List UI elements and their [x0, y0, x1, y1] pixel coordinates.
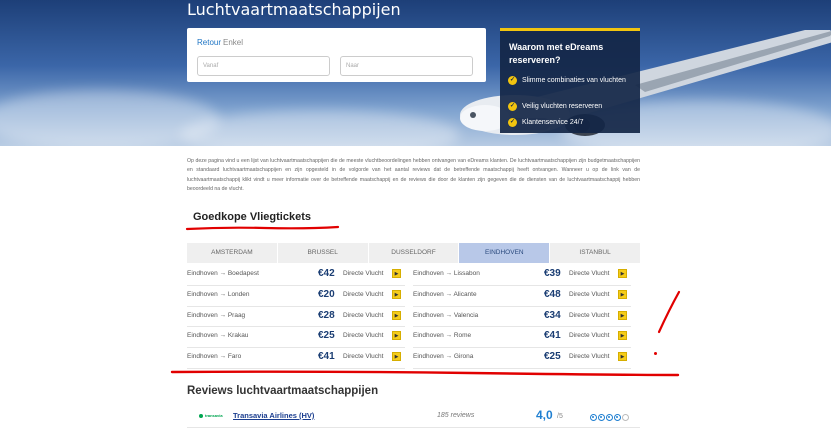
arrow-right-icon[interactable]: ▶ — [618, 269, 627, 278]
why-item: ✓ Slimme combinaties van vluchten — [508, 76, 636, 86]
check-icon: ✓ — [508, 102, 517, 111]
page-title: Luchtvaartmaatschappijen — [187, 0, 401, 19]
arrow-right-icon[interactable]: ▶ — [392, 310, 401, 320]
tab-eindhoven[interactable]: EINDHOVEN — [459, 243, 550, 263]
arrow-right-icon[interactable]: ▶ — [618, 310, 627, 320]
why-edreams-title: Waarom met eDreams reserveren? — [509, 42, 604, 65]
departure-input[interactable]: Vanaf — [197, 56, 330, 76]
arrow-right-icon[interactable]: ▶ — [392, 352, 401, 362]
route-row[interactable]: Eindhoven → Londen €20 Directe Vlucht ▶ — [187, 286, 405, 307]
route-price: €28 — [318, 309, 335, 321]
why-item-label: Veilig vluchten reserveren — [522, 103, 603, 110]
rating-dot-icon — [606, 414, 613, 421]
route-name[interactable]: Eindhoven → Boedapest — [187, 270, 259, 277]
hero-banner: Luchtvaartmaatschappijen Retour Enkel Va… — [0, 0, 831, 146]
route-type: Directe Vlucht — [569, 311, 610, 319]
review-score: 4,0 — [536, 408, 553, 422]
intro-paragraph: Op deze pagina vind u een lijst van luch… — [187, 158, 640, 192]
review-score-max: /5 — [557, 413, 563, 420]
tab-amsterdam[interactable]: AMSTERDAM — [187, 243, 277, 263]
why-item: ✓ Veilig vluchten reserveren — [508, 102, 636, 112]
why-item: ✓ Klantenservice 24/7 — [508, 118, 636, 128]
destination-input[interactable]: Naar — [340, 56, 473, 76]
tab-dusseldorf[interactable]: DUSSELDORF — [368, 243, 459, 263]
route-price: €34 — [544, 309, 561, 321]
route-row[interactable]: Eindhoven → Lissabon €39 Directe Vlucht ▶ — [413, 265, 631, 286]
arrow-right-icon[interactable]: ▶ — [618, 331, 627, 341]
tab-brussel[interactable]: BRUSSEL — [277, 243, 368, 263]
city-tabs: AMSTERDAM BRUSSEL DUSSELDORF EINDHOVEN I… — [187, 243, 640, 263]
review-count: 185 reviews — [437, 412, 475, 419]
route-price: €41 — [544, 330, 561, 342]
route-type: Directe Vlucht — [569, 290, 610, 298]
route-price: €48 — [544, 288, 561, 300]
tab-retour[interactable]: Retour — [197, 38, 221, 47]
red-annotation-slash — [657, 290, 681, 334]
routes-right-column: Eindhoven → Lissabon €39 Directe Vlucht ▶ Ei… — [413, 265, 631, 369]
logo-text: transavia — [205, 413, 223, 418]
route-name[interactable]: Eindhoven → Alicante — [413, 291, 477, 298]
red-annotation-underline — [185, 225, 340, 231]
route-type: Directe Vlucht — [343, 332, 384, 340]
route-price: €39 — [544, 268, 561, 279]
rating-dot-icon — [614, 414, 621, 421]
route-name[interactable]: Eindhoven → Lissabon — [413, 270, 480, 277]
route-name[interactable]: Eindhoven → Londen — [187, 291, 250, 298]
rating-dot-icon — [622, 414, 629, 421]
route-type: Directe Vlucht — [569, 353, 610, 361]
check-icon: ✓ — [508, 76, 517, 85]
why-item-label: Klantenservice 24/7 — [522, 119, 584, 126]
route-name[interactable]: Eindhoven → Faro — [187, 353, 241, 360]
arrow-right-icon[interactable]: ▶ — [618, 289, 627, 299]
reviews-title: Reviews luchtvaartmaatschappijen — [187, 385, 379, 397]
route-type: Directe Vlucht — [343, 290, 384, 298]
red-annotation-line — [170, 370, 680, 377]
route-price: €25 — [544, 351, 561, 363]
red-annotation-dot — [654, 352, 657, 355]
route-name[interactable]: Eindhoven → Praag — [187, 312, 245, 319]
rating-dot-icon — [598, 414, 605, 421]
airline-link[interactable]: Transavia Airlines (HV) — [233, 411, 314, 420]
transavia-logo: transavia — [199, 413, 225, 418]
arrow-right-icon[interactable]: ▶ — [618, 352, 627, 362]
why-item-label: Slimme combinaties van vluchten — [522, 77, 626, 84]
flight-search-card: Retour Enkel Vanaf Naar — [187, 28, 486, 82]
review-row: transavia Transavia Airlines (HV) 185 re… — [187, 404, 640, 428]
route-row[interactable]: Eindhoven → Rome €41 Directe Vlucht ▶ — [413, 327, 631, 349]
route-row[interactable]: Eindhoven → Praag €28 Directe Vlucht ▶ — [187, 307, 405, 328]
route-type: Directe Vlucht — [569, 332, 610, 340]
cloud-decoration — [180, 110, 460, 146]
route-type: Directe Vlucht — [343, 270, 384, 277]
route-price: €25 — [318, 330, 335, 342]
route-price: €42 — [318, 268, 335, 279]
rating-dots — [590, 414, 630, 421]
arrow-right-icon[interactable]: ▶ — [392, 331, 401, 341]
routes-left-column: Eindhoven → Boedapest €42 Directe Vlucht ▶ E… — [187, 265, 405, 369]
cheap-tickets-title: Goedkope Vliegtickets — [193, 211, 311, 223]
route-type: Directe Vlucht — [569, 270, 610, 277]
route-type: Directe Vlucht — [343, 353, 384, 361]
route-type: Directe Vlucht — [343, 311, 384, 319]
route-price: €41 — [318, 351, 335, 363]
route-row[interactable]: Eindhoven → Alicante €48 Directe Vlucht ▶ — [413, 286, 631, 307]
arrow-right-icon[interactable]: ▶ — [392, 269, 401, 278]
rating-dot-icon — [590, 414, 597, 421]
route-price: €20 — [318, 288, 335, 300]
logo-mark — [199, 413, 203, 418]
tab-enkel[interactable]: Enkel — [223, 38, 243, 47]
route-name[interactable]: Eindhoven → Rome — [413, 332, 471, 339]
arrow-right-icon[interactable]: ▶ — [392, 289, 401, 299]
route-name[interactable]: Eindhoven → Girona — [413, 353, 473, 360]
route-row[interactable]: Eindhoven → Boedapest €42 Directe Vlucht ▶ — [187, 265, 405, 286]
why-edreams-box: Waarom met eDreams reserveren? ✓ Slimme … — [500, 28, 640, 133]
route-name[interactable]: Eindhoven → Valencia — [413, 312, 478, 319]
route-row[interactable]: Eindhoven → Valencia €34 Directe Vlucht ▶ — [413, 307, 631, 328]
check-icon: ✓ — [508, 118, 517, 127]
tab-istanbul[interactable]: ISTANBUL — [550, 243, 640, 263]
route-row[interactable]: Eindhoven → Krakau €25 Directe Vlucht ▶ — [187, 327, 405, 349]
route-name[interactable]: Eindhoven → Krakau — [187, 332, 248, 339]
